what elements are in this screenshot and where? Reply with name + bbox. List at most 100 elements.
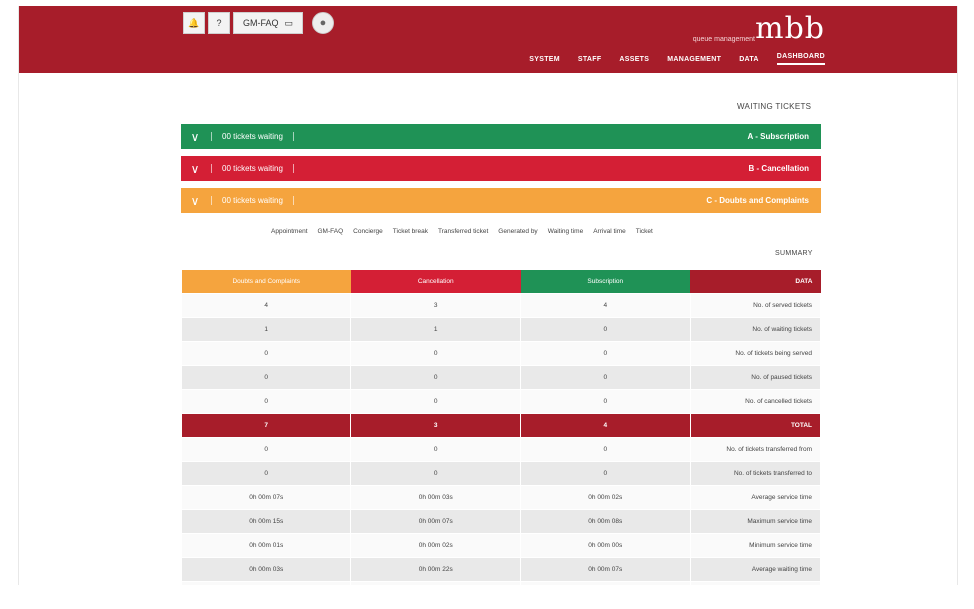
table-cell: 0h 00m 07s <box>520 557 691 582</box>
table-cell: 0 <box>350 437 521 462</box>
user-icon[interactable]: ● <box>312 12 334 34</box>
language-label: GM-FAQ <box>242 18 279 28</box>
table-cell: 7 <box>180 413 352 438</box>
row-label: No. of cancelled tickets <box>689 389 822 414</box>
brand: mbb queue management <box>693 11 825 46</box>
help-label: ? <box>216 18 222 28</box>
queue-bar-b[interactable]: ∨ 00 tickets waiting B - Cancellation <box>181 156 821 181</box>
table-cell: 0h 00m 02s <box>520 485 691 510</box>
legend-item: Transferred ticket <box>437 228 489 235</box>
main-nav: SYSTEM STAFF ASSETS MANAGEMENT DATA DASH… <box>529 53 825 65</box>
table-cell: 0 <box>520 461 691 486</box>
legend-item: Waiting time <box>547 228 584 235</box>
col-subscription: Subscription <box>520 270 691 294</box>
table-cell: 0 <box>180 341 352 366</box>
table-cell: 0h 00m 07s <box>350 509 521 534</box>
legend-item: Arrival time <box>593 228 626 235</box>
legend-item: Generated by <box>498 228 538 235</box>
row-label: Minimum service time <box>689 533 822 558</box>
nav-dashboard[interactable]: DASHBOARD <box>776 53 825 65</box>
table-header: Doubts and Complaints Cancellation Subsc… <box>181 270 821 294</box>
chevron-down-icon[interactable]: ∨ <box>181 162 209 176</box>
row-label: Maximum service time <box>689 509 822 534</box>
table-cell: 1 <box>350 317 521 342</box>
top-header: 🔔 ? GM-FAQ ▭ ● mbb queue management SYST… <box>19 6 957 73</box>
table-cell: 0h 00m 01s <box>180 533 352 558</box>
logo: mbb <box>755 11 825 46</box>
row-label: No. of tickets being served <box>689 341 822 366</box>
icon-legend: Appointment GM-FAQ Concierge Ticket brea… <box>271 228 653 235</box>
table-cell: 0 <box>350 365 521 390</box>
col-cancellation: Cancellation <box>350 270 521 294</box>
table-row: 0h 00m 07s 0h 00m 03s 0h 00m 02s Average se… <box>180 485 822 510</box>
table-row: 0h 00m 01s 0h 00m 02s 0h 00m 00s Minimum se… <box>180 533 822 558</box>
col-data: DATA <box>690 270 821 294</box>
table-cell: 0 <box>520 341 691 366</box>
language-button[interactable]: GM-FAQ ▭ <box>233 12 303 34</box>
row-label: No. of tickets transferred from <box>689 437 822 462</box>
waiting-title: WAITING TICKETS <box>737 102 812 111</box>
legend-item: Appointment <box>271 228 308 235</box>
help-button[interactable]: ? <box>208 12 230 34</box>
row-label: Average waiting time <box>689 557 822 582</box>
table-cell: 0 <box>520 317 691 342</box>
queue-name: A - Subscription <box>747 132 809 141</box>
table-cell: 4 <box>520 293 691 318</box>
row-label: TOTAL <box>689 413 822 438</box>
col-doubts: Doubts and Complaints <box>181 270 351 294</box>
nav-management[interactable]: MANAGEMENT <box>667 56 721 63</box>
queue-bar-c[interactable]: ∨ 00 tickets waiting C - Doubts and Comp… <box>181 188 821 213</box>
table-row: 0 0 0 No. of paused tickets <box>180 365 822 390</box>
table-cell: 0 <box>180 437 352 462</box>
table-row: 0h 00m 03s 0h 00m 22s 0h 00m 07s Average wa… <box>180 557 822 582</box>
bell-icon: 🔔 <box>188 17 200 28</box>
table-cell: 0h 00m 02s <box>350 533 521 558</box>
table-row: 0h 00m 05s0h 00m 24s0h 00m 11sMaximum wa… <box>180 581 822 585</box>
table-cell: 0h 00m 07s <box>180 485 352 510</box>
summary-table: Doubts and Complaints Cancellation Subsc… <box>180 270 822 585</box>
table-cell: 0h 00m 03s <box>180 557 352 582</box>
chevron-down-icon[interactable]: ∨ <box>181 130 209 144</box>
row-label: Average service time <box>689 485 822 510</box>
table-cell: 0 <box>520 437 691 462</box>
nav-staff[interactable]: STAFF <box>578 56 602 63</box>
table-row: 0 0 0 No. of tickets being served <box>180 341 822 366</box>
table-cell: 0h 00m 22s <box>350 557 521 582</box>
table-row: 0 0 0 No. of tickets transferred from <box>180 437 822 462</box>
queue-bar-a[interactable]: ∨ 00 tickets waiting A - Subscription <box>181 124 821 149</box>
table-cell: 4 <box>180 293 352 318</box>
table-row: 1 1 0 No. of waiting tickets <box>180 317 822 342</box>
legend-item: Ticket <box>635 228 653 235</box>
table-cell: 0h 00m 03s <box>350 485 521 510</box>
nav-assets[interactable]: ASSETS <box>619 56 649 63</box>
table-cell: 0h 00m 05s <box>180 581 352 585</box>
table-cell: 0 <box>180 365 352 390</box>
legend-item: Concierge <box>353 228 383 235</box>
nav-system[interactable]: SYSTEM <box>529 56 560 63</box>
table-cell: 0 <box>180 461 352 486</box>
table-cell: 0 <box>520 389 691 414</box>
nav-data[interactable]: DATA <box>739 56 759 63</box>
table-cell: 0 <box>180 389 352 414</box>
table-row: 0 0 0 No. of cancelled tickets <box>180 389 822 414</box>
total-row: 7 3 4 TOTAL <box>180 413 822 438</box>
table-cell: 0h 00m 11s <box>520 581 691 585</box>
chevron-down-icon[interactable]: ∨ <box>181 194 209 208</box>
table-cell: 4 <box>520 413 691 438</box>
flag-icon: ▭ <box>284 17 293 28</box>
table-cell: 0h 00m 00s <box>520 533 691 558</box>
waiting-count: 00 tickets waiting <box>211 132 294 141</box>
waiting-count: 00 tickets waiting <box>211 196 294 205</box>
table-cell: 0 <box>350 461 521 486</box>
table-cell: 3 <box>350 413 521 438</box>
summary-title: SUMMARY <box>775 250 813 257</box>
row-label: No. of paused tickets <box>689 365 822 390</box>
table-cell: 0 <box>350 389 521 414</box>
row-label: No. of served tickets <box>689 293 822 318</box>
waiting-count: 00 tickets waiting <box>211 164 294 173</box>
tagline: queue management <box>692 36 755 43</box>
notifications-button[interactable]: 🔔 <box>183 12 205 34</box>
table-cell: 0 <box>350 341 521 366</box>
table-row: 0 0 0 No. of tickets transferred to <box>180 461 822 486</box>
table-row: 4 3 4 No. of served tickets <box>180 293 822 318</box>
